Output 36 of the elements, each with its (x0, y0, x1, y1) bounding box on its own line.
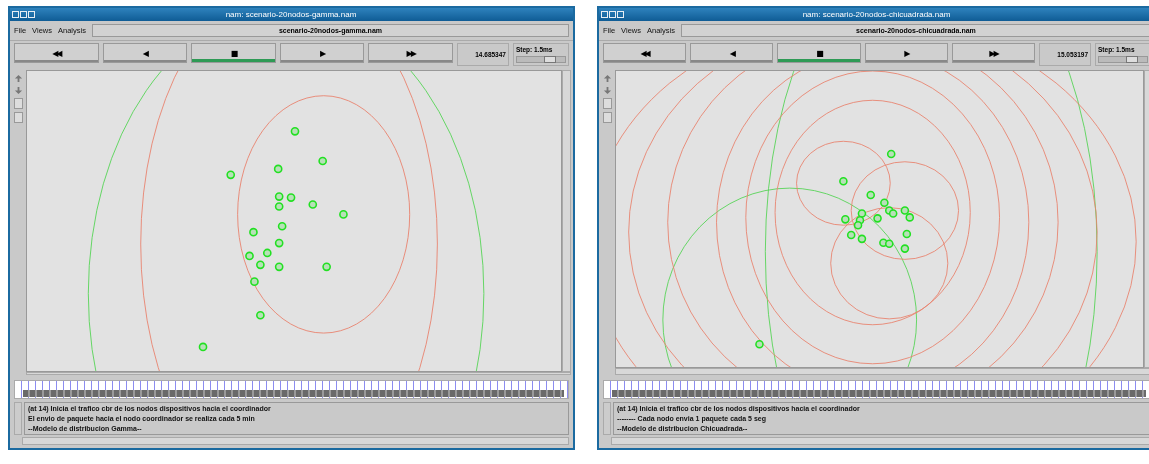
vertical-scrollbar[interactable] (562, 70, 571, 372)
window-menu-icon[interactable] (601, 11, 608, 18)
horizontal-scrollbar[interactable] (615, 367, 1149, 375)
horizontal-scrollbar[interactable] (26, 371, 571, 375)
horizontal-scrollbar[interactable] (22, 437, 569, 445)
minimize-icon[interactable] (609, 11, 616, 18)
zoom-out-icon[interactable] (602, 86, 612, 95)
timeline[interactable] (603, 380, 1149, 399)
playback-button[interactable]: ◀ (102, 43, 188, 63)
step-slider[interactable] (1098, 56, 1148, 63)
close-icon[interactable] (617, 11, 624, 18)
zoom-in-icon[interactable] (602, 74, 612, 83)
playback-button[interactable]: ▶▶ (368, 43, 453, 63)
zoom-out-icon[interactable] (13, 86, 23, 95)
vertical-scrollbar[interactable] (603, 402, 611, 435)
minimize-icon[interactable] (20, 11, 27, 18)
close-icon[interactable] (28, 11, 35, 18)
playback-button[interactable]: ▶ (279, 43, 365, 63)
playback-button[interactable]: ▶▶ (951, 43, 1035, 63)
step-slider[interactable] (515, 56, 566, 63)
animation-canvas[interactable] (26, 70, 562, 372)
window-title: nam: scenario-20nodos-chicuadrada.nam (801, 10, 952, 19)
zoom-in-icon[interactable] (13, 74, 23, 83)
playback-button[interactable]: ■ (777, 43, 861, 63)
slider-thumb[interactable] (1125, 56, 1138, 63)
slider-thumb[interactable] (543, 56, 556, 63)
playback-button[interactable]: ◀ (690, 43, 774, 63)
playback-button[interactable]: ◀◀ (14, 43, 99, 63)
playback-button[interactable]: ■ (191, 43, 276, 63)
playback-button[interactable]: ◀◀ (603, 43, 687, 63)
playback-button[interactable]: ▶ (864, 43, 948, 63)
horizontal-scrollbar[interactable] (611, 437, 1149, 445)
timeline[interactable] (14, 380, 569, 399)
vertical-scrollbar[interactable] (14, 402, 22, 435)
window-menu-icon[interactable] (12, 11, 19, 18)
window-title: nam: scenario-20nodos-gamma.nam (224, 10, 358, 19)
